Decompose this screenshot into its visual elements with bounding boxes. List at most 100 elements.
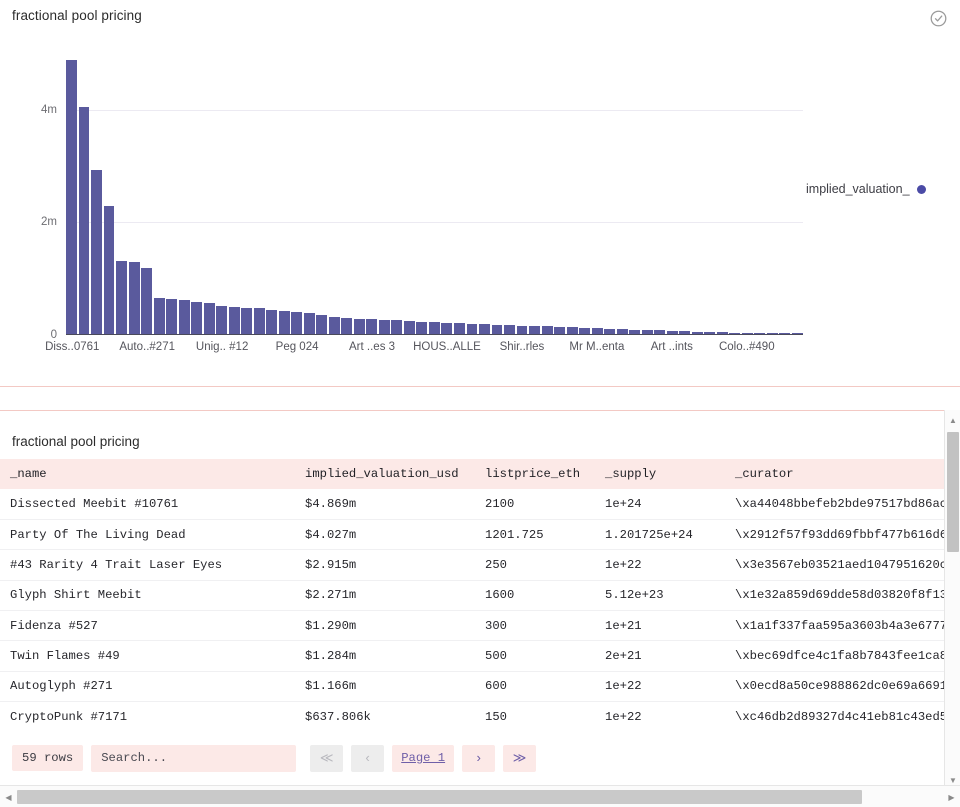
chart-bar[interactable]	[203, 303, 215, 334]
check-circle-icon[interactable]	[929, 9, 948, 28]
pagination-controls: ≪ ‹ Page 1 › ≫	[310, 744, 537, 772]
cell-valuation: $2.915m	[305, 558, 357, 573]
chart-bar[interactable]	[66, 59, 77, 334]
cell-curator: \xc46db2d89327d4c41eb81c43ed5e	[735, 709, 944, 724]
chart-bar[interactable]	[316, 315, 328, 334]
app-root: fractional pool pricing 0 2m 4m Diss..0761…	[0, 0, 960, 807]
chart-bar[interactable]	[278, 310, 290, 334]
chart-bar[interactable]	[178, 300, 190, 334]
cell-listprice: 1201.725	[485, 527, 544, 542]
cell-supply: 1e+22	[605, 679, 642, 694]
chart-bar[interactable]	[391, 320, 403, 334]
chart-bar[interactable]	[366, 319, 378, 334]
table-row[interactable]: Fidenza #527 $1.290m 300 1e+21 \x1a1f337faa5…	[0, 610, 944, 641]
scroll-up-arrow-icon[interactable]: ▲	[945, 412, 960, 428]
chart-bar[interactable]	[403, 321, 415, 334]
table-footer: 59 rows ≪ ‹ Page 1 › ≫	[0, 736, 944, 780]
cell-supply: 1e+21	[605, 618, 642, 633]
chart-bar[interactable]	[91, 169, 102, 334]
x-axis-tick-label: Peg 024	[275, 341, 319, 353]
table-row[interactable]: CryptoPunk #7171 $637.806k 150 1e+22 \xc46db…	[0, 701, 944, 731]
col-header-name[interactable]: _name	[0, 459, 295, 490]
chart-inner: 0 2m 4m	[41, 42, 803, 341]
col-header-valuation[interactable]: implied_valuation_usd	[295, 459, 475, 490]
cell-valuation: $4.027m	[305, 527, 357, 542]
search-input[interactable]	[91, 744, 297, 772]
prev-page-button[interactable]: ‹	[351, 744, 385, 772]
chart-bar[interactable]	[166, 298, 178, 334]
cell-listprice: 600	[485, 679, 507, 694]
chart-bar[interactable]	[428, 322, 440, 334]
cell-valuation: $637.806k	[305, 709, 371, 724]
table-row[interactable]: Twin Flames #49 $1.284m 500 2e+21 \xbec69dfc…	[0, 641, 944, 672]
scroll-left-arrow-icon[interactable]: ◀	[0, 786, 17, 807]
chart-bar[interactable]	[191, 302, 203, 334]
chart-bar[interactable]	[378, 319, 390, 334]
scroll-right-arrow-icon[interactable]: ▶	[943, 786, 960, 807]
cell-curator: \x2912f57f93dd69fbbf477b616d6f	[735, 527, 944, 542]
chart-bar[interactable]	[453, 323, 465, 334]
x-axis-tick-label: Art ..ints	[650, 341, 693, 353]
col-header-supply[interactable]: _supply	[595, 459, 725, 490]
y-axis-tick-label: 0	[50, 329, 57, 341]
cell-listprice: 2100	[485, 497, 515, 512]
chart-bar[interactable]	[141, 268, 153, 334]
chart-bar[interactable]	[103, 206, 115, 334]
last-page-button[interactable]: ≫	[503, 744, 537, 772]
chart-bar[interactable]	[228, 306, 240, 334]
chart-bar[interactable]	[441, 322, 453, 334]
vertical-scrollbar-thumb[interactable]	[947, 432, 959, 552]
horizontal-scrollbar-thumb[interactable]	[17, 790, 862, 804]
chart-bar[interactable]	[78, 107, 90, 334]
table-row[interactable]: Dissected Meebit #10761 $4.869m 2100 1e+24 \…	[0, 489, 944, 520]
cell-name: Autoglyph #271	[10, 679, 113, 694]
chart-bar[interactable]	[303, 313, 315, 334]
col-header-curator[interactable]: _curator	[725, 459, 944, 490]
chart-bar[interactable]	[353, 318, 365, 334]
cell-listprice: 150	[485, 709, 507, 724]
x-axis-tick-label: Colo..#490	[718, 341, 775, 353]
chart-bar[interactable]	[241, 307, 253, 334]
legend-color-dot	[916, 184, 926, 194]
table-row[interactable]: Autoglyph #271 $1.166m 600 1e+22 \x0ecd8a50c…	[0, 671, 944, 702]
cell-supply: 1.201725e+24	[605, 527, 693, 542]
col-header-listprice[interactable]: listprice_eth	[475, 459, 595, 490]
cell-curator: \x1e32a859d69dde58d03820f8f138	[735, 588, 944, 603]
cell-supply: 1e+24	[605, 497, 642, 512]
chart-x-axis-labels: Diss..0761 Auto..#271 Unig.. #12 Peg 024 Art…	[45, 341, 803, 359]
x-axis-tick-label: Auto..#271	[119, 341, 176, 353]
legend-label: implied_valuation_	[806, 182, 910, 196]
cell-valuation: $4.869m	[305, 497, 357, 512]
chart-bar[interactable]	[116, 261, 127, 334]
chart-bar[interactable]	[128, 261, 140, 334]
chart-bar[interactable]	[341, 317, 353, 334]
table-row[interactable]: Party Of The Living Dead $4.027m 1201.725 1…	[0, 520, 944, 550]
table-scroll-region[interactable]: _name implied_valuation_usd listprice_et…	[0, 459, 944, 766]
chart-bar[interactable]	[253, 308, 265, 334]
table-row[interactable]: Glyph Shirt Meebit $2.271m 1600 5.12e+23 \x1…	[0, 580, 944, 611]
cell-name: Twin Flames #49	[10, 648, 120, 663]
chart-bar[interactable]	[328, 317, 340, 334]
x-axis-tick-label: Unig.. #12	[195, 341, 249, 353]
cell-listprice: 300	[485, 618, 507, 633]
current-page-button[interactable]: Page 1	[392, 744, 455, 772]
cell-supply: 2e+21	[605, 648, 642, 663]
next-page-button[interactable]: ›	[462, 744, 496, 772]
first-page-button[interactable]: ≪	[310, 744, 344, 772]
chart-bar[interactable]	[266, 309, 278, 334]
table-row[interactable]: #43 Rarity 4 Trait Laser Eyes $2.915m 250 1…	[0, 550, 944, 581]
table-vertical-scrollbar[interactable]: ▲ ▼	[944, 410, 960, 790]
horizontal-scrollbar[interactable]: ◀ ▶	[0, 785, 960, 807]
cell-name: #43 Rarity 4 Trait Laser Eyes	[10, 558, 223, 573]
cell-listprice: 1600	[485, 588, 515, 603]
table-title: fractional pool pricing	[12, 434, 140, 449]
cell-name: Fidenza #527	[10, 618, 98, 633]
chart-bar[interactable]	[216, 305, 228, 334]
cell-supply: 5.12e+23	[605, 588, 664, 603]
chart-bar[interactable]	[153, 298, 165, 334]
chart-bar[interactable]	[291, 311, 303, 334]
chart-legend[interactable]: implied_valuation_	[806, 182, 926, 196]
cell-valuation: $1.284m	[305, 648, 357, 663]
chart-bar[interactable]	[466, 323, 478, 334]
chart-bar[interactable]	[416, 321, 428, 334]
